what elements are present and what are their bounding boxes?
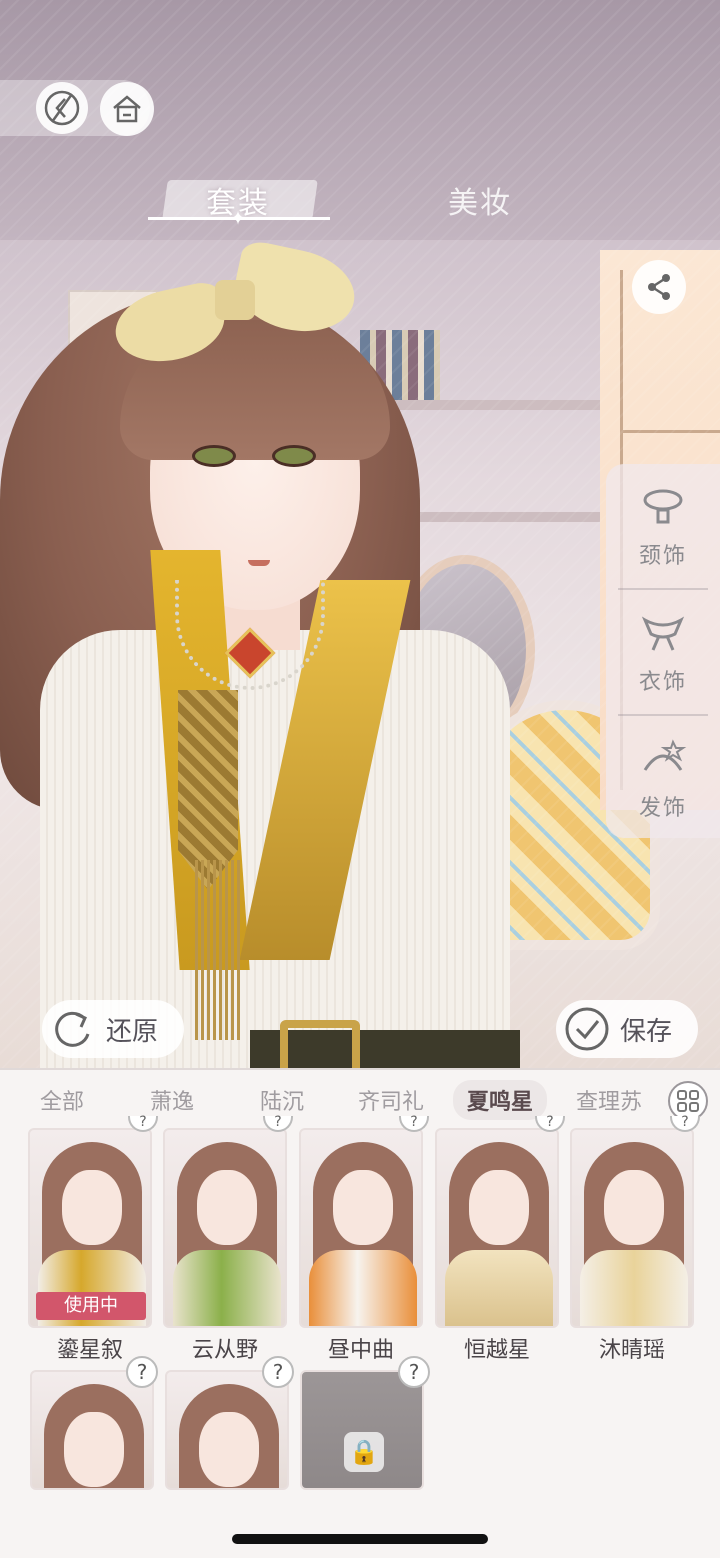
outfit-card-locked[interactable]: 🔒	[300, 1370, 424, 1490]
outfit-card[interactable]	[299, 1128, 423, 1328]
back-button[interactable]	[36, 82, 88, 134]
accessory-hair[interactable]: 发饰	[606, 716, 720, 840]
hair-bow	[108, 238, 363, 371]
filter-bar: 全部 萧逸 陆沉 齐司礼 夏鸣星 查理苏	[0, 1072, 720, 1128]
sparkle-icon: ✦	[229, 206, 247, 230]
necklace-icon	[643, 489, 683, 524]
hair-clip-icon	[643, 739, 687, 771]
home-indicator[interactable]	[232, 1534, 488, 1544]
filter-xiamingxing[interactable]: 夏鸣星	[453, 1080, 548, 1120]
accessory-panel: 颈饰 衣饰 发饰	[606, 464, 720, 838]
save-button[interactable]: 保存	[556, 1000, 698, 1058]
filter-xiaoyi[interactable]: 萧逸	[150, 1084, 194, 1116]
outfit-card[interactable]	[165, 1370, 289, 1490]
share-button[interactable]	[632, 260, 686, 314]
hint-button[interactable]: ?	[126, 1356, 158, 1388]
accessory-clothing[interactable]: 衣饰	[606, 590, 720, 714]
tab-makeup[interactable]: 美妆	[448, 178, 512, 222]
outfit-card[interactable]	[570, 1128, 694, 1328]
revert-button[interactable]: 还原	[42, 1000, 184, 1058]
share-icon	[648, 274, 670, 300]
filter-chalisu[interactable]: 查理苏	[576, 1084, 660, 1116]
check-icon	[565, 1007, 609, 1051]
in-use-badge: 使用中	[36, 1292, 146, 1320]
filter-qisili[interactable]: 齐司礼	[358, 1084, 424, 1116]
outfit-name: 沐晴瑶	[598, 1338, 665, 1363]
outfit-card[interactable]	[163, 1128, 287, 1328]
revert-icon	[55, 1011, 90, 1047]
scarf-icon	[641, 616, 685, 651]
outfit-card[interactable]	[30, 1370, 154, 1490]
character-model[interactable]	[0, 238, 520, 1078]
filter-luchen[interactable]: 陆沉	[260, 1084, 304, 1116]
lock-icon: 🔒	[344, 1432, 384, 1472]
hint-button[interactable]: ?	[262, 1356, 294, 1388]
home-button[interactable]	[100, 82, 154, 136]
grid-icon	[677, 1090, 699, 1112]
filter-all[interactable]: 全部	[40, 1084, 84, 1116]
hint-button[interactable]: ?	[398, 1356, 430, 1388]
accessory-necklace[interactable]: 颈饰	[606, 464, 720, 588]
outfit-name: 恒越星	[463, 1338, 530, 1363]
back-arrow-icon	[44, 90, 80, 126]
home-icon	[113, 95, 141, 123]
outfit-card[interactable]	[435, 1128, 559, 1328]
